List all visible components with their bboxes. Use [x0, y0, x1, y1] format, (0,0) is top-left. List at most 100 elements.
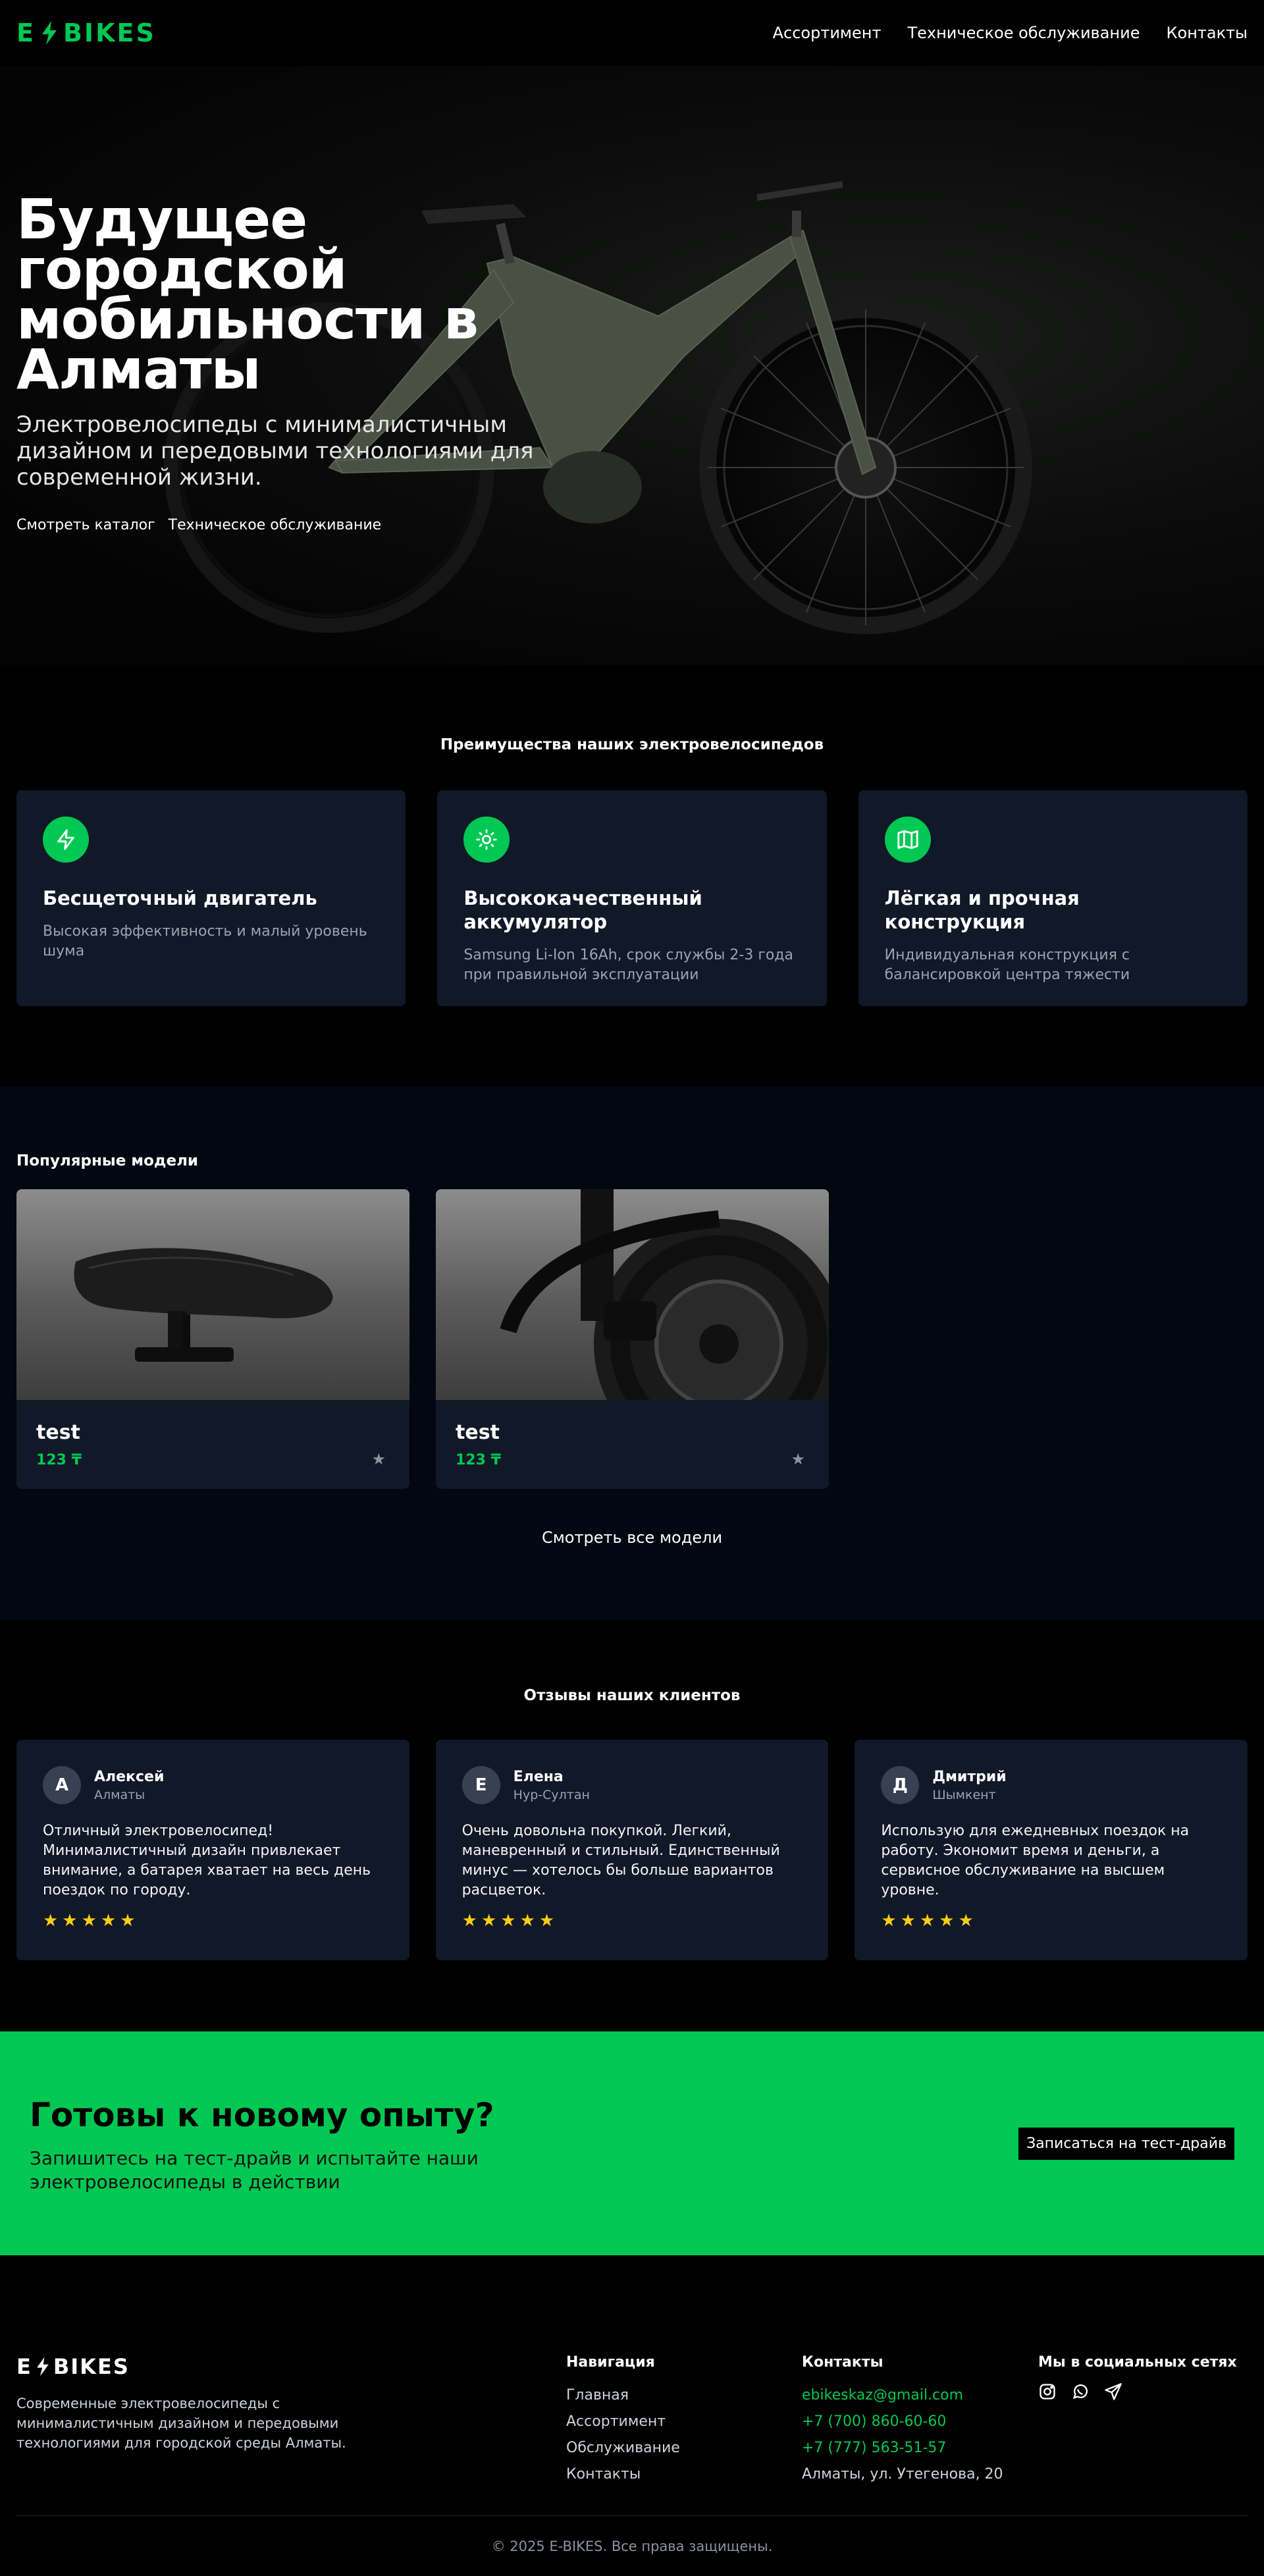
hero-section: Будущее городской мобильности в Алматы Э…: [0, 66, 1264, 665]
catalog-link[interactable]: Смотреть каталог: [16, 517, 155, 533]
cta-title: Готовы к новому опыту?: [30, 2096, 494, 2134]
advantage-text: Индивидуальная конструкция с балансировк…: [884, 947, 1130, 983]
advantage-text: Samsung Li-Ion 16Ah, срок службы 2-3 год…: [463, 947, 794, 983]
advantage-title: Высококачественный аккумулятор: [463, 887, 702, 933]
review-text: Очень довольна покупкой. Легкий, маневре…: [461, 1823, 780, 1898]
models-list: test 123 ₸ ★ test 123 ₸ ★: [0, 1189, 1264, 1489]
cta-subtitle: Запишитесь на тест-драйв и испытайте наш…: [30, 2147, 479, 2193]
nav-link-contacts[interactable]: Контакты: [1166, 24, 1248, 42]
model-card[interactable]: test 123 ₸ ★: [436, 1189, 829, 1489]
model-card[interactable]: test 123 ₸ ★: [16, 1189, 409, 1489]
model-name: test: [36, 1421, 80, 1444]
reviewer-name: Дмитрий: [932, 1768, 1007, 1785]
advantages-list: Бесщеточный двигатель Высокая эффективно…: [0, 790, 1264, 1006]
reviewer-city: Алматы: [94, 1787, 145, 1802]
social-links: [1038, 2382, 1237, 2401]
footer-social: Мы в социальных сетях: [1038, 2354, 1237, 2401]
reviewer-city: Шымкент: [932, 1787, 996, 1802]
reviews-title: Отзывы наших клиентов: [523, 1687, 741, 1704]
review-card: А Алексей Алматы Отличный электровелосип…: [16, 1740, 409, 1960]
site-logo[interactable]: E BIKES: [16, 18, 156, 47]
footer-link-assortment[interactable]: Ассортимент: [566, 2409, 680, 2435]
advantage-title: Лёгкая и прочная конструкция: [884, 887, 1080, 933]
saddle-image: [16, 1189, 409, 1400]
model-price: 123 ₸: [456, 1452, 501, 1468]
model-info: test 123 ₸ ★: [436, 1400, 829, 1489]
advantage-card: Лёгкая и прочная конструкция Индивидуаль…: [858, 790, 1248, 1006]
rating-stars: ★★★★★: [881, 1911, 978, 1931]
avatar: А: [43, 1766, 81, 1804]
all-models-link[interactable]: Смотреть все модели: [0, 1528, 1264, 1547]
reviewer-name: Алексей: [94, 1768, 165, 1785]
main-nav: Ассортимент Техническое обслуживание Кон…: [773, 24, 1248, 42]
footer-nav: Навигация Главная Ассортимент Обслуживан…: [566, 2354, 680, 2488]
test-drive-button[interactable]: Записаться на тест-драйв: [1018, 2128, 1234, 2160]
hero-subtitle: Электровелосипеды с минималистичным диза…: [16, 412, 534, 491]
rating-stars: ★★★★★: [461, 1911, 559, 1931]
advantage-text: Высокая эффективность и малый уровень шу…: [43, 923, 367, 959]
map-icon: [884, 817, 931, 863]
advantage-card: Бесщеточный двигатель Высокая эффективно…: [16, 790, 406, 1006]
review-text: Использую для ежедневных поездок на рабо…: [881, 1823, 1190, 1898]
review-header: Е Елена Нур-Султан: [461, 1766, 803, 1804]
advantage-title: Бесщеточный двигатель: [43, 887, 317, 909]
hero-text: Будущее городской мобильности в Алматы Э…: [16, 192, 583, 533]
nav-link-assortment[interactable]: Ассортимент: [773, 24, 882, 42]
hero-links: Смотреть каталог Техническое обслуживани…: [16, 517, 583, 533]
instagram-icon[interactable]: [1038, 2382, 1057, 2401]
footer-logo-e: E: [16, 2354, 32, 2379]
popular-models-section: Популярные модели test 123 ₸ ★ test 123 …: [0, 1087, 1264, 1620]
rating-stars: ★★★★★: [43, 1911, 140, 1931]
telegram-icon[interactable]: [1104, 2382, 1122, 2401]
footer-logo-bikes: BIKES: [53, 2354, 130, 2379]
footer-divider: [16, 2515, 1248, 2516]
reviews-section: Отзывы наших клиентов А Алексей Алматы О…: [0, 1620, 1264, 2031]
avatar: Е: [461, 1766, 500, 1804]
copyright: © 2025 E-BIKES. Все права защищены.: [491, 2538, 773, 2554]
footer-link-home[interactable]: Главная: [566, 2382, 680, 2409]
footer-phone-2[interactable]: +7 (777) 563-51-57: [802, 2435, 1003, 2461]
footer-social-title: Мы в социальных сетях: [1038, 2354, 1237, 2371]
reviews-list: А Алексей Алматы Отличный электровелосип…: [0, 1740, 1264, 1960]
whatsapp-icon[interactable]: [1071, 2382, 1090, 2401]
nav-link-service[interactable]: Техническое обслуживание: [907, 24, 1140, 42]
footer-description: Современные электровелосипеды с минимали…: [16, 2396, 346, 2451]
advantages-section: Преимущества наших электровелосипедов Бе…: [0, 665, 1264, 1087]
review-header: А Алексей Алматы: [43, 1766, 383, 1804]
advantage-card: Высококачественный аккумулятор Samsung L…: [437, 790, 827, 1006]
review-card: Е Елена Нур-Султан Очень довольна покупк…: [435, 1740, 829, 1960]
favorite-star-icon[interactable]: ★: [371, 1450, 386, 1468]
model-price: 123 ₸: [36, 1452, 82, 1468]
advantages-title: Преимущества наших электровелосипедов: [440, 736, 824, 753]
footer-link-contacts[interactable]: Контакты: [566, 2461, 680, 2488]
page: E BIKES Ассортимент Техническое обслужив…: [0, 0, 1264, 2576]
avatar: Д: [881, 1766, 920, 1804]
review-text: Отличный электровелосипед! Минималистичн…: [43, 1823, 371, 1898]
footer-logo[interactable]: E BIKES: [16, 2354, 130, 2379]
service-link[interactable]: Техническое обслуживание: [169, 517, 382, 533]
footer-link-service[interactable]: Обслуживание: [566, 2435, 680, 2461]
review-card: Д Дмитрий Шымкент Использую для ежедневн…: [855, 1740, 1248, 1960]
lightning-icon: [37, 2357, 49, 2376]
model-info: test 123 ₸ ★: [16, 1400, 409, 1489]
site-header: E BIKES Ассортимент Техническое обслужив…: [0, 0, 1264, 66]
favorite-star-icon[interactable]: ★: [791, 1450, 805, 1468]
model-name: test: [456, 1421, 500, 1444]
reviewer-name: Елена: [513, 1768, 564, 1785]
footer-phone-1[interactable]: +7 (700) 860-60-60: [802, 2409, 1003, 2435]
footer-email[interactable]: ebikeskaz@gmail.com: [802, 2382, 1003, 2409]
wheel-image: [436, 1189, 829, 1469]
footer-contacts: Контакты ebikeskaz@gmail.com +7 (700) 86…: [802, 2354, 1003, 2488]
lightning-icon: [41, 21, 57, 45]
footer-contacts-title: Контакты: [802, 2354, 883, 2371]
popular-title: Популярные модели: [16, 1152, 199, 1169]
sun-icon: [463, 817, 510, 863]
reviewer-city: Нур-Султан: [513, 1787, 590, 1802]
logo-text: E: [16, 18, 36, 47]
footer-address: Алматы, ул. Утегенова, 20: [802, 2466, 1003, 2482]
logo-text-bikes: BIKES: [63, 18, 156, 47]
site-footer: E BIKES Современные электровелосипеды с …: [0, 2255, 1264, 2576]
cta-section: Готовы к новому опыту? Запишитесь на тес…: [0, 2031, 1264, 2255]
review-header: Д Дмитрий Шымкент: [881, 1766, 1221, 1804]
lightning-icon: [43, 817, 89, 863]
